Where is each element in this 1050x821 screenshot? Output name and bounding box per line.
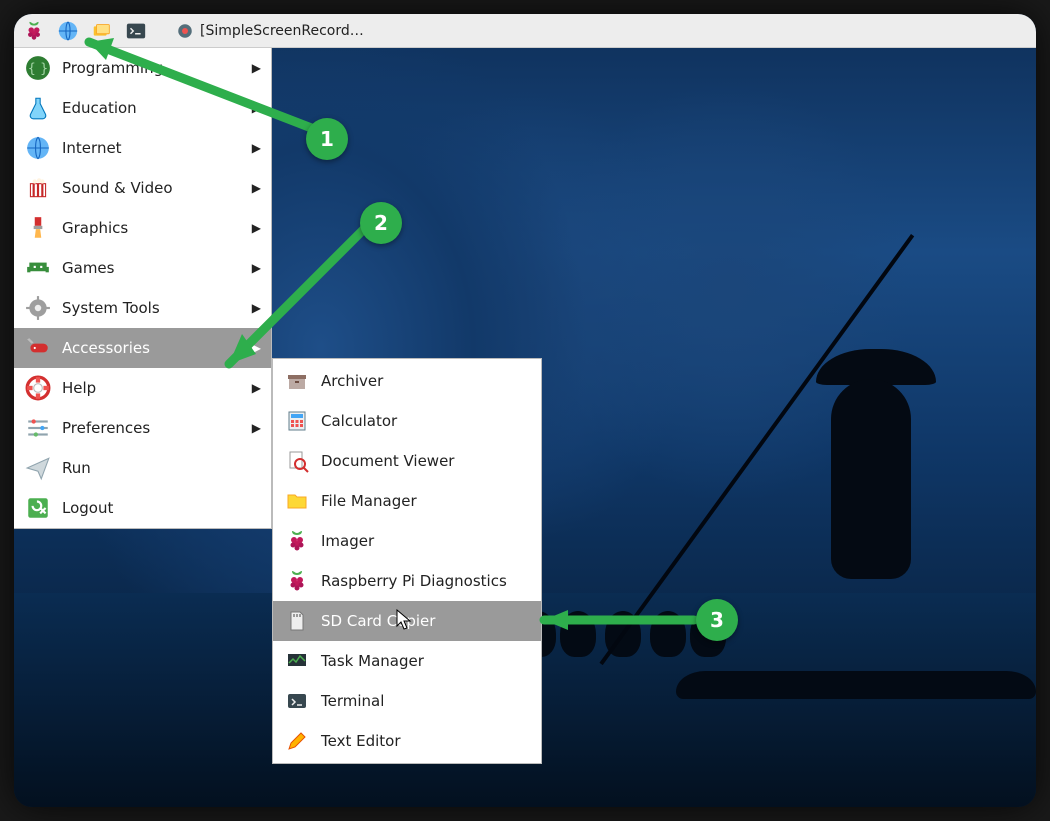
raspberry-icon — [283, 527, 311, 555]
exit-icon — [24, 494, 52, 522]
submenu-item-label: SD Card Copier — [321, 612, 435, 630]
sdcard-icon — [283, 607, 311, 635]
menu-item-label: Logout — [62, 499, 113, 517]
annotation-arrow-3 — [514, 602, 714, 642]
lifebuoy-icon — [24, 374, 52, 402]
calculator-icon — [283, 407, 311, 435]
submenu-item-label: Raspberry Pi Diagnostics — [321, 572, 507, 590]
pencil-icon — [283, 727, 311, 755]
annotation-badge-2: 2 — [360, 202, 402, 244]
submenu-item-label: Task Manager — [321, 652, 424, 670]
menu-item-run[interactable]: Run — [14, 448, 271, 488]
menu-item-label: Preferences — [62, 419, 150, 437]
submenu-item-file-manager[interactable]: File Manager — [273, 481, 541, 521]
mouse-cursor — [396, 609, 412, 631]
terminal-icon — [283, 687, 311, 715]
annotation-badge-3: 3 — [696, 599, 738, 641]
invader-icon — [24, 254, 52, 282]
menu-item-label: Games — [62, 259, 114, 277]
annotation-badge-1: 1 — [306, 118, 348, 160]
menu-item-sound-video[interactable]: Sound & Video ▶ — [14, 168, 271, 208]
menu-item-preferences[interactable]: Preferences ▶ — [14, 408, 271, 448]
submenu-item-calculator[interactable]: Calculator — [273, 401, 541, 441]
submenu-item-label: Text Editor — [321, 732, 401, 750]
magnifier-doc-icon — [283, 447, 311, 475]
chevron-right-icon: ▶ — [252, 181, 261, 195]
submenu-item-document-viewer[interactable]: Document Viewer — [273, 441, 541, 481]
submenu-item-text-editor[interactable]: Text Editor — [273, 721, 541, 761]
submenu-item-label: Imager — [321, 532, 374, 550]
annotation-arrow-1 — [44, 24, 324, 154]
menu-item-logout[interactable]: Logout — [14, 488, 271, 528]
menu-item-label: Sound & Video — [62, 179, 173, 197]
submenu-item-imager[interactable]: Imager — [273, 521, 541, 561]
submenu-item-label: Document Viewer — [321, 452, 454, 470]
popcorn-icon — [24, 174, 52, 202]
paperplane-icon — [24, 454, 52, 482]
monitor-graph-icon — [283, 647, 311, 675]
paintbrush-icon — [24, 214, 52, 242]
submenu-item-terminal[interactable]: Terminal — [273, 681, 541, 721]
submenu-item-diagnostics[interactable]: Raspberry Pi Diagnostics — [273, 561, 541, 601]
menu-item-label: Help — [62, 379, 96, 397]
submenu-item-task-manager[interactable]: Task Manager — [273, 641, 541, 681]
menu-item-label: Graphics — [62, 219, 128, 237]
raspberry-icon — [283, 567, 311, 595]
accessories-submenu: Archiver Calculator Document Viewer File… — [272, 358, 542, 764]
submenu-item-label: Calculator — [321, 412, 397, 430]
swiss-knife-icon — [24, 334, 52, 362]
gear-icon — [24, 294, 52, 322]
wallpaper-figure — [766, 349, 946, 679]
sliders-icon — [24, 414, 52, 442]
raspberry-icon — [23, 20, 45, 42]
folder-icon — [283, 487, 311, 515]
submenu-item-label: Terminal — [321, 692, 384, 710]
chevron-right-icon: ▶ — [252, 421, 261, 435]
menu-item-label: Run — [62, 459, 91, 477]
menu-item-label: System Tools — [62, 299, 160, 317]
submenu-item-label: File Manager — [321, 492, 417, 510]
menu-item-label: Accessories — [62, 339, 150, 357]
